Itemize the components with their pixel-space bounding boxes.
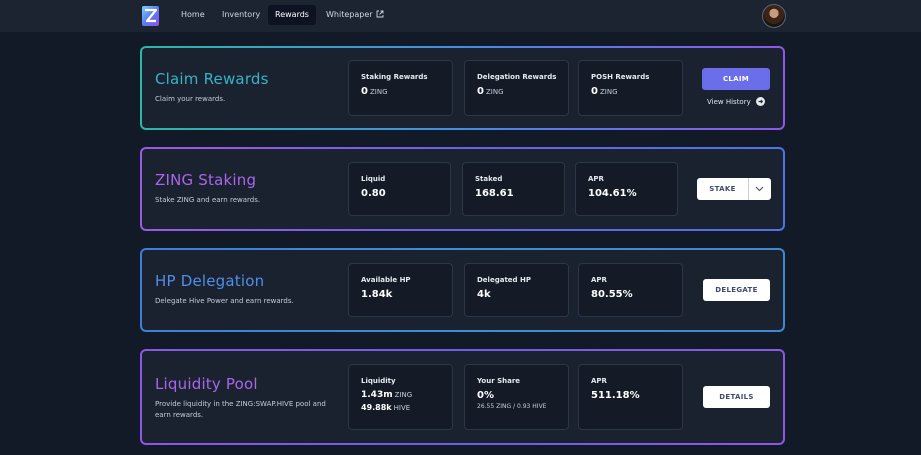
stat-value: 80.55% xyxy=(591,289,633,300)
stat-value: 511.18% xyxy=(591,390,640,401)
zing-logo-icon[interactable] xyxy=(142,6,159,26)
stat-value: 0 ZING xyxy=(361,86,388,97)
stat-value: 168.61 xyxy=(475,188,514,199)
hp-delegation-card: HP Delegation Delegate Hive Power and ea… xyxy=(140,248,785,332)
nav-rewards[interactable]: Rewards xyxy=(268,5,316,25)
nav-whitepaper[interactable]: Whitepaper xyxy=(319,5,391,25)
nav-whitepaper-label: Whitepaper xyxy=(326,10,373,19)
stat-value: 0.80 xyxy=(361,188,386,199)
nav-inventory[interactable]: Inventory xyxy=(215,5,267,25)
hp-delegation-subtitle: Delegate Hive Power and earn rewards. xyxy=(155,297,294,305)
staked-stat: Staked 168.61 xyxy=(462,162,565,216)
delegation-rewards-stat: Delegation Rewards 0 ZING xyxy=(464,60,569,116)
delegate-button[interactable]: DELEGATE xyxy=(703,279,770,301)
arrow-right-icon xyxy=(755,97,765,106)
stat-label: APR xyxy=(588,175,604,183)
stat-label: Delegation Rewards xyxy=(477,73,557,81)
liquidity-pool-subtitle: Provide liquidity in the ZING:SWAP.HIVE … xyxy=(155,400,326,419)
details-button[interactable]: DETAILS xyxy=(703,386,770,408)
stake-dropdown-toggle[interactable] xyxy=(749,178,770,200)
view-history-link[interactable]: View History xyxy=(707,97,765,106)
stat-value: 0% xyxy=(477,390,494,401)
stat-value: 1.43m ZING xyxy=(361,390,413,400)
stat-label: Staked xyxy=(475,175,503,183)
staking-rewards-stat: Staking Rewards 0 ZING xyxy=(348,60,453,116)
claim-rewards-subtitle: Claim your rewards. xyxy=(155,95,226,103)
stat-value: 4k xyxy=(477,289,491,300)
stat-label: Your Share xyxy=(477,377,521,385)
posh-rewards-stat: POSH Rewards 0 ZING xyxy=(578,60,683,116)
liquid-stat: Liquid 0.80 xyxy=(348,162,451,216)
stake-split-button: STAKE xyxy=(697,178,771,200)
stat-value: 0 ZING xyxy=(477,86,504,97)
claim-rewards-title: Claim Rewards xyxy=(155,70,269,88)
stake-button[interactable]: STAKE xyxy=(697,178,749,200)
stat-value: 104.61% xyxy=(588,188,637,199)
zing-staking-card: ZING Staking Stake ZING and earn rewards… xyxy=(140,147,785,231)
nav-home[interactable]: Home xyxy=(174,5,212,25)
zing-staking-subtitle: Stake ZING and earn rewards. xyxy=(155,196,261,204)
your-share-stat: Your Share 0% 26.55 ZING / 0.93 HIVE xyxy=(464,364,569,430)
staking-apr-stat: APR 104.61% xyxy=(575,162,678,216)
claim-rewards-card: Claim Rewards Claim your rewards. Stakin… xyxy=(140,46,785,130)
share-breakdown: 26.55 ZING / 0.93 HIVE xyxy=(477,403,547,410)
delegated-hp-stat: Delegated HP 4k xyxy=(464,263,569,317)
user-avatar[interactable] xyxy=(762,4,786,28)
claim-button[interactable]: CLAIM xyxy=(702,68,770,90)
stat-label: Liquid xyxy=(361,175,386,183)
liquidity-pool-title: Liquidity Pool xyxy=(155,375,258,393)
zing-staking-title: ZING Staking xyxy=(155,171,257,189)
stat-label: Staking Rewards xyxy=(361,73,428,81)
pool-apr-stat: APR 511.18% xyxy=(578,364,683,430)
delegation-apr-stat: APR 80.55% xyxy=(578,263,683,317)
stat-label: Liquidity xyxy=(361,377,396,385)
top-nav: Home Inventory Rewards Whitepaper xyxy=(0,0,921,32)
hp-delegation-title: HP Delegation xyxy=(155,272,265,290)
external-link-icon xyxy=(376,10,383,18)
stat-value: 0 ZING xyxy=(591,86,618,97)
liquidity-stat: Liquidity 1.43m ZING 49.88k HIVE xyxy=(348,364,453,430)
stat-label: Delegated HP xyxy=(477,276,531,284)
stat-value-secondary: 49.88k HIVE xyxy=(361,403,411,412)
available-hp-stat: Available HP 1.84k xyxy=(348,263,453,317)
stat-label: POSH Rewards xyxy=(591,73,650,81)
stat-value: 1.84k xyxy=(361,289,393,300)
stat-label: APR xyxy=(591,377,607,385)
liquidity-pool-card: Liquidity Pool Provide liquidity in the … xyxy=(140,349,785,445)
stat-label: APR xyxy=(591,276,607,284)
chevron-down-icon xyxy=(755,186,764,192)
stat-label: Available HP xyxy=(361,276,411,284)
